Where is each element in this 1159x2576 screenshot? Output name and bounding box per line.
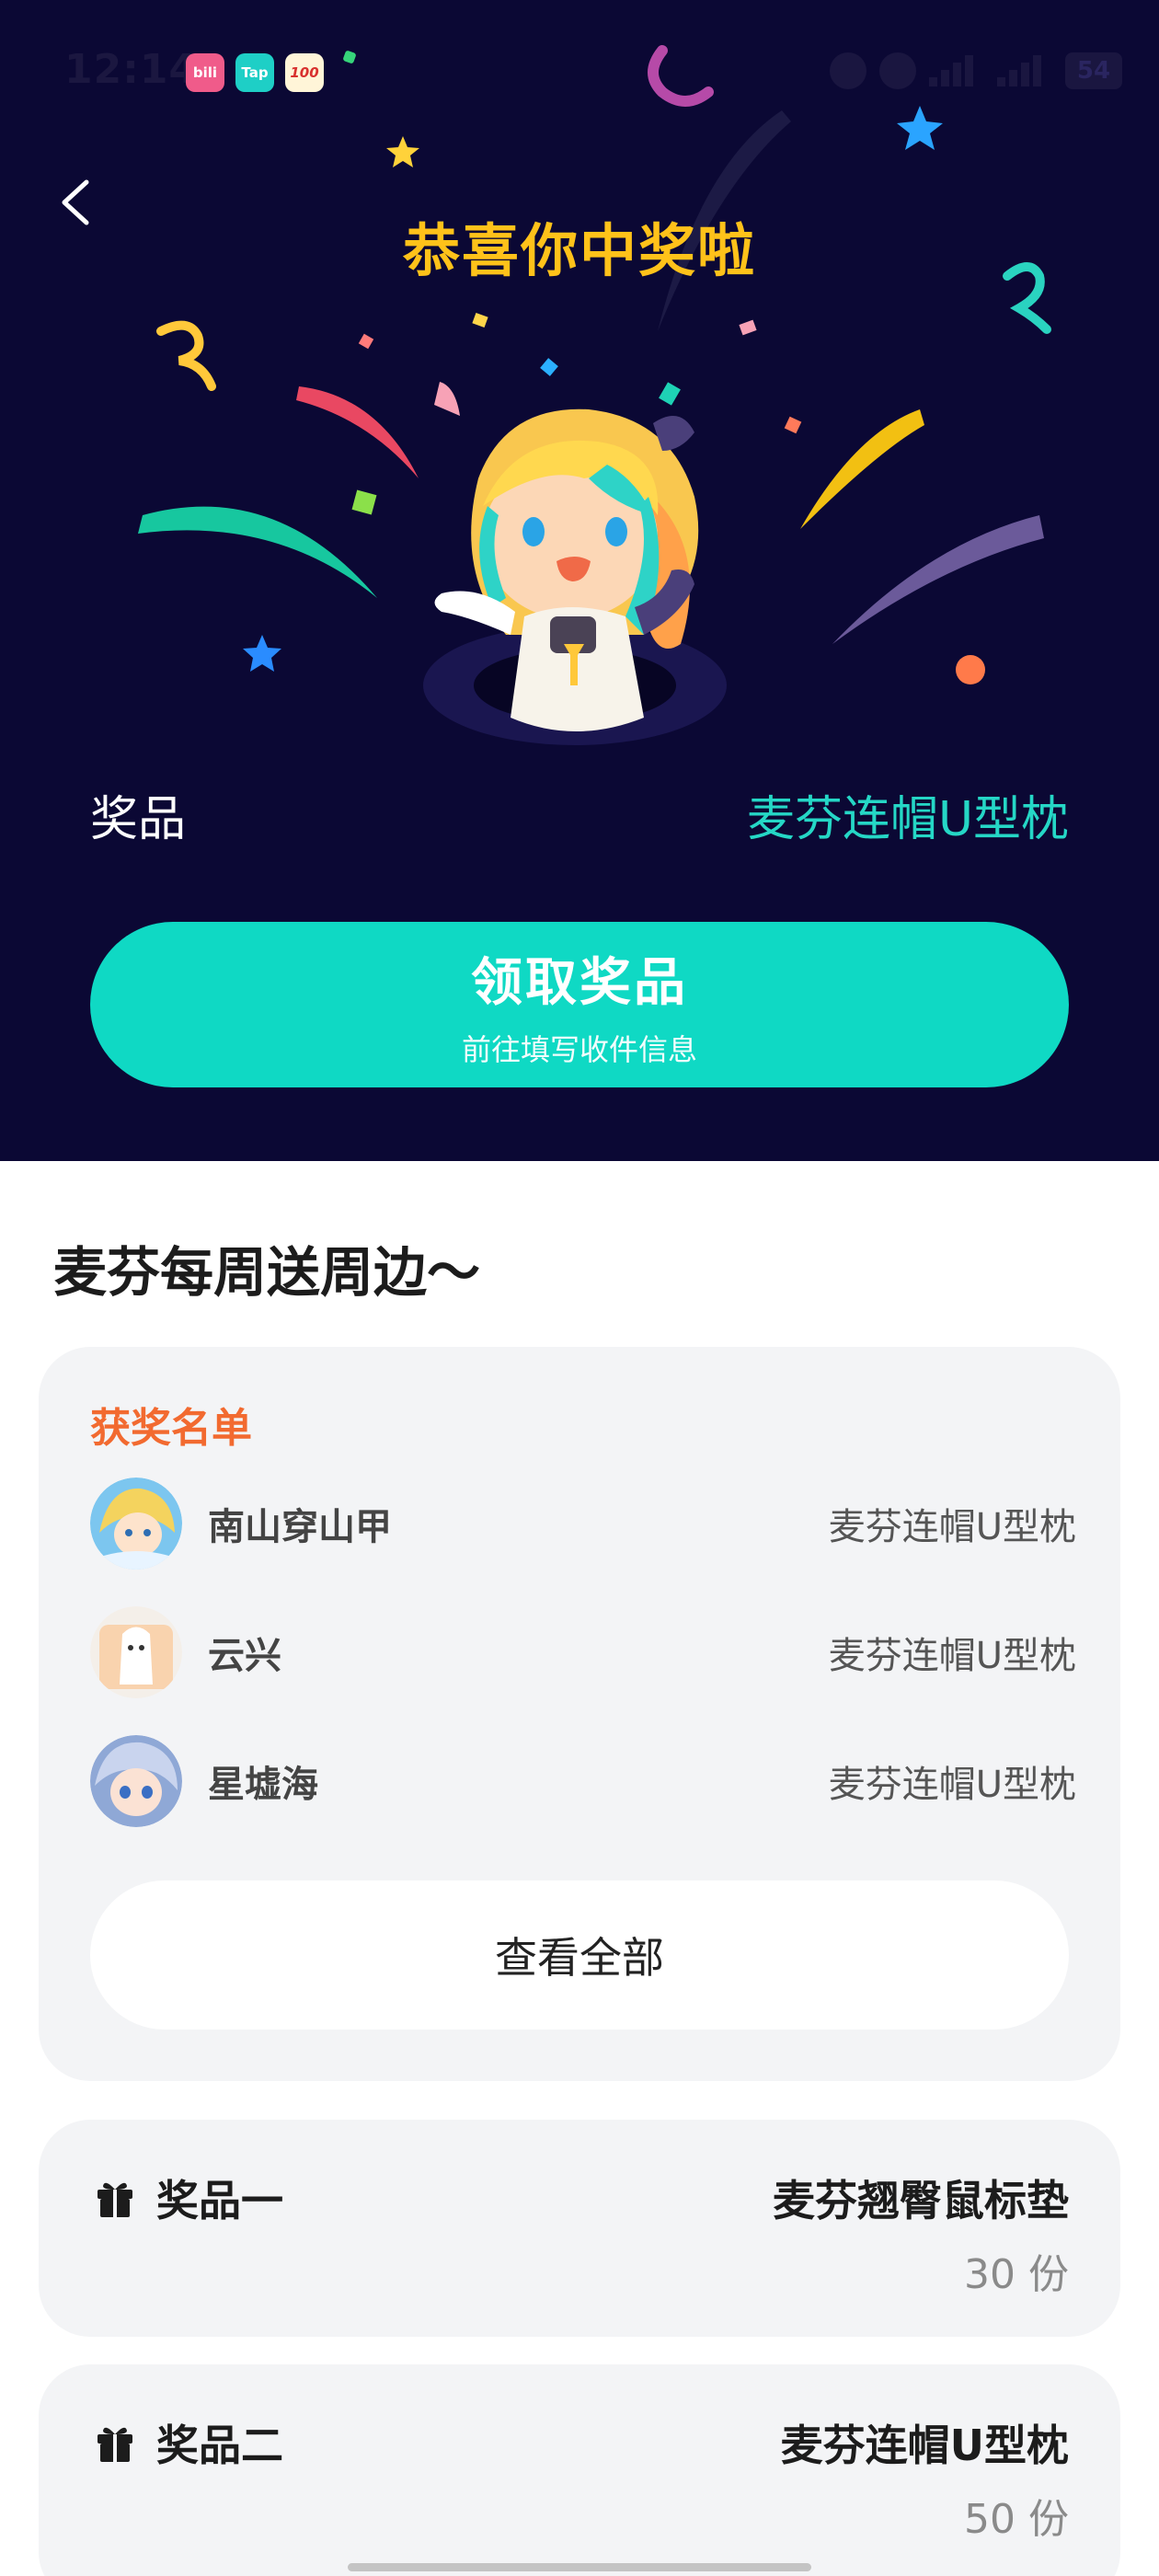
avatar — [90, 1606, 182, 1698]
prize-value: 麦芬连帽U型枕 — [746, 791, 1069, 847]
bell-off-icon — [879, 52, 916, 89]
home-indicator[interactable] — [348, 2563, 811, 2571]
prize-card-item: 麦芬翘臀鼠标垫 — [773, 2176, 1069, 2225]
notification-dot-icon — [342, 50, 357, 64]
winners-card: 获奖名单 南山穿山甲 麦芬连帽U型枕 云兴 麦芬连帽U型枕 星墟海 麦芬连帽U型… — [39, 1347, 1120, 2081]
tap-app-icon: Tap — [235, 53, 274, 92]
prize-card-count: 50 份 — [964, 2496, 1069, 2543]
claim-prize-button[interactable]: 领取奖品 前往填写收件信息 — [90, 922, 1069, 1087]
avatar — [90, 1478, 182, 1570]
winner-prize: 麦芬连帽U型枕 — [828, 1764, 1076, 1806]
prize-card-name: 奖品二 — [156, 2421, 283, 2470]
prize-card: 奖品一 麦芬翘臀鼠标垫 30 份 — [39, 2120, 1120, 2337]
signal-icon — [929, 55, 984, 86]
hero-banner: 12:14 bili Tap 100 54 恭喜你中奖啦 奖品 麦芬连帽U型枕 … — [0, 0, 1159, 1161]
page-title: 恭喜你中奖啦 — [402, 217, 756, 284]
gift-icon — [98, 2182, 132, 2217]
prize-row: 奖品 麦芬连帽U型枕 — [90, 782, 1069, 847]
status-icons: 54 — [830, 48, 1122, 94]
winner-row: 云兴 麦芬连帽U型枕 — [90, 1604, 1076, 1700]
prize-card-name: 奖品一 — [156, 2176, 283, 2225]
winner-prize: 麦芬连帽U型枕 — [828, 1506, 1076, 1548]
prize-label: 奖品 — [90, 791, 187, 847]
prize-card-item: 麦芬连帽U型枕 — [780, 2421, 1069, 2470]
view-all-button[interactable]: 查看全部 — [90, 1880, 1069, 2030]
bilibili-app-icon: bili — [186, 53, 224, 92]
mascot-illustration — [423, 408, 727, 745]
battery-icon: 54 — [1065, 52, 1122, 89]
gift-icon — [98, 2427, 132, 2462]
event-title: 麦芬每周送周边～ — [53, 1241, 481, 1304]
winner-row: 星墟海 麦芬连帽U型枕 — [90, 1733, 1076, 1829]
prize-card: 奖品二 麦芬连帽U型枕 50 份 — [39, 2364, 1120, 2576]
winner-name: 星墟海 — [208, 1764, 318, 1806]
status-bar: 12:14 bili Tap 100 54 — [0, 0, 1159, 138]
winner-prize: 麦芬连帽U型枕 — [828, 1635, 1076, 1677]
winner-row: 南山穿山甲 麦芬连帽U型枕 — [90, 1476, 1076, 1571]
app-100-icon: 100 — [285, 53, 324, 92]
winners-heading: 获奖名单 — [90, 1405, 252, 1452]
claim-prize-label: 领取奖品 — [471, 952, 688, 1013]
winner-name: 云兴 — [208, 1635, 281, 1677]
clock: 12:14 — [64, 46, 199, 93]
winner-name: 南山穿山甲 — [208, 1506, 392, 1548]
claim-prize-sublabel: 前往填写收件信息 — [461, 1031, 697, 1067]
mute-icon — [830, 52, 866, 89]
prize-card-count: 30 份 — [964, 2251, 1069, 2298]
avatar — [90, 1735, 182, 1827]
signal-5g-icon — [997, 55, 1052, 86]
